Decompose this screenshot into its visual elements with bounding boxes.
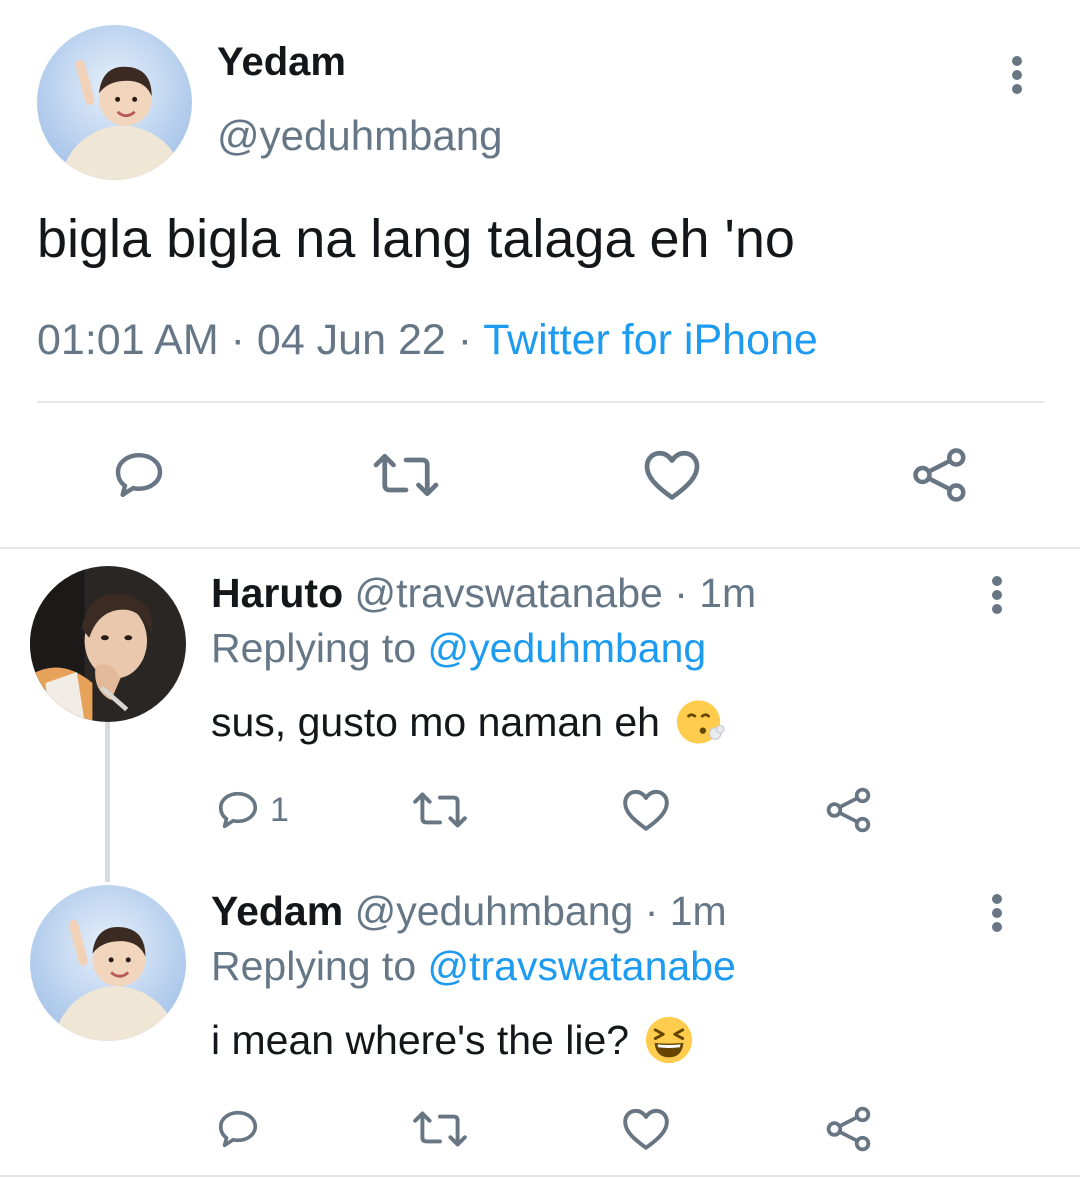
grinning-squinting-face-emoji-icon [645,1016,693,1064]
reply1-text-row: sus, gusto mo naman eh [211,696,726,748]
reply2-avatar[interactable] [30,885,186,1041]
reply1-share-button[interactable] [824,785,874,835]
reply2-tweet-text: i mean where's the lie? [211,1016,630,1063]
main-like-button[interactable] [642,447,702,503]
reply1-avatar[interactable] [30,566,186,722]
reply1-retweet-button[interactable] [411,789,469,831]
reply1-author-handle[interactable]: @travswatanabe [355,570,663,616]
reply-icon [115,452,163,498]
main-retweet-button[interactable] [371,449,441,501]
reply-icon [218,1110,258,1148]
tweet-date: 04 Jun 22 [256,316,446,364]
main-author-handle[interactable]: @yeduhmbang [217,112,503,160]
share-icon [826,1106,871,1152]
reply2-retweet-button[interactable] [411,1108,469,1150]
main-tweet-text: bigla bigla na lang talaga eh 'no [37,209,795,269]
reply2-like-button[interactable] [621,1106,671,1152]
reply1-reply-button[interactable]: 1 [214,787,289,833]
retweet-icon [413,792,467,828]
reply2-header: Yedam @yeduhmbang · 1m [211,888,727,934]
retweet-icon [413,1111,467,1147]
tweet-time: 01:01 AM [37,316,219,364]
like-icon [623,1108,669,1150]
main-avatar[interactable] [37,25,192,180]
reply-icon [218,791,258,829]
reply1-replying-to-link[interactable]: @yeduhmbang [428,625,707,671]
user-avatar-photo-icon [37,25,192,180]
reply2-author-handle[interactable]: @yeduhmbang [355,888,634,934]
main-share-button[interactable] [910,445,970,505]
main-reply-button[interactable] [110,447,168,503]
reply1-time: 1m [699,570,757,616]
reply2-author-name[interactable]: Yedam [211,888,343,934]
like-icon [623,789,669,831]
main-tweet-meta: 01:01 AM · 04 Jun 22 · Twitter for iPhon… [37,316,818,364]
thread-connector-line [105,722,110,882]
main-author-name[interactable]: Yedam [217,40,346,85]
reply1-reply-count: 1 [270,790,289,829]
share-icon [826,787,871,833]
more-vertical-icon [992,576,1002,586]
reply1-author-name[interactable]: Haruto [211,570,343,616]
reply1-like-button[interactable] [621,787,671,833]
share-icon [913,448,966,502]
reply2-time: 1m [669,888,727,934]
retweet-icon [373,453,439,497]
tweet-source-link[interactable]: Twitter for iPhone [483,316,818,364]
reply2-text-row: i mean where's the lie? [211,1014,695,1066]
reply1-tweet-text: sus, gusto mo naman eh [211,698,660,745]
reply1-header: Haruto @travswatanabe · 1m [211,570,757,616]
more-vertical-icon [992,894,1002,904]
reply2-share-button[interactable] [824,1104,874,1154]
bottom-divider [0,1175,1080,1177]
reply1-more-button[interactable] [982,570,1012,620]
reply2-more-button[interactable] [982,888,1012,938]
more-vertical-icon [1012,56,1022,66]
user-avatar-photo-icon [30,566,186,722]
main-more-button[interactable] [1002,50,1032,100]
reply1-replying-to: Replying to @yeduhmbang [211,625,707,671]
face-exhaling-emoji-icon [676,700,725,744]
main-divider [37,401,1044,403]
user-avatar-photo-icon [30,885,186,1041]
reply2-reply-button[interactable] [214,1106,262,1152]
reply2-replying-to: Replying to @travswatanabe [211,943,736,989]
like-icon [644,450,700,500]
section-divider [0,547,1080,549]
reply2-replying-to-link[interactable]: @travswatanabe [428,943,736,989]
